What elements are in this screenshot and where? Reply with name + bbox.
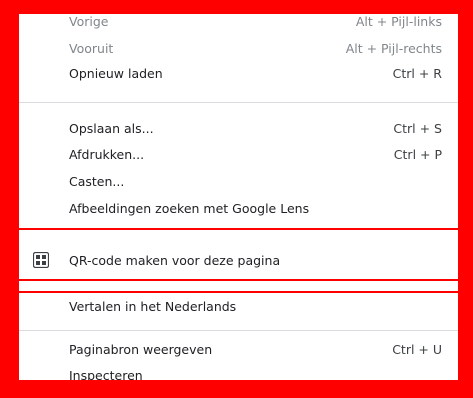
highlight-line	[19, 279, 458, 281]
menu-item-label: Afdrukken...	[69, 146, 145, 162]
context-menu: Vorige Alt + Pijl-links Vooruit Alt + Pi…	[19, 14, 458, 380]
menu-item-label: Vorige	[69, 14, 109, 29]
menu-item-label: Opnieuw laden	[69, 65, 163, 81]
menu-item-label: Casten...	[69, 173, 125, 189]
menu-item-shortcut: Ctrl + P	[393, 146, 442, 162]
menu-item-label: Vooruit	[69, 40, 114, 56]
menu-item-label: Afbeeldingen zoeken met Google Lens	[69, 200, 310, 216]
menu-item-google-lens[interactable]: Afbeeldingen zoeken met Google Lens	[19, 197, 458, 219]
highlight-frame: Vorige Alt + Pijl-links Vooruit Alt + Pi…	[0, 0, 473, 398]
menu-item-back[interactable]: Vorige Alt + Pijl-links	[19, 14, 458, 32]
menu-separator	[19, 102, 458, 103]
menu-item-reload[interactable]: Opnieuw laden Ctrl + R	[19, 62, 458, 84]
menu-item-forward[interactable]: Vooruit Alt + Pijl-rechts	[19, 37, 458, 59]
menu-item-view-source[interactable]: Paginabron weergeven Ctrl + U	[19, 338, 458, 360]
menu-item-qr-code[interactable]: QR-code maken voor deze pagina	[19, 249, 458, 271]
menu-item-cast[interactable]: Casten...	[19, 170, 458, 192]
menu-item-translate[interactable]: Vertalen in het Nederlands	[19, 295, 458, 317]
menu-item-inspect[interactable]: Inspecteren	[19, 364, 458, 381]
menu-item-save-as[interactable]: Opslaan als... Ctrl + S	[19, 117, 458, 139]
menu-item-label: Inspecteren	[69, 367, 143, 381]
menu-item-shortcut: Ctrl + S	[393, 120, 442, 136]
menu-item-label: Paginabron weergeven	[69, 341, 213, 357]
menu-item-shortcut: Alt + Pijl-links	[355, 14, 442, 29]
menu-item-shortcut: Ctrl + U	[392, 341, 442, 357]
qr-code-icon	[32, 251, 50, 269]
menu-item-label: Opslaan als...	[69, 120, 154, 136]
highlight-line	[19, 291, 458, 293]
menu-item-label: QR-code maken voor deze pagina	[69, 252, 281, 268]
menu-item-shortcut: Alt + Pijl-rechts	[345, 40, 442, 56]
menu-item-shortcut: Ctrl + R	[392, 65, 442, 81]
menu-separator	[19, 330, 458, 331]
highlight-line	[19, 228, 458, 230]
menu-item-label: Vertalen in het Nederlands	[69, 298, 237, 314]
menu-item-print[interactable]: Afdrukken... Ctrl + P	[19, 143, 458, 165]
